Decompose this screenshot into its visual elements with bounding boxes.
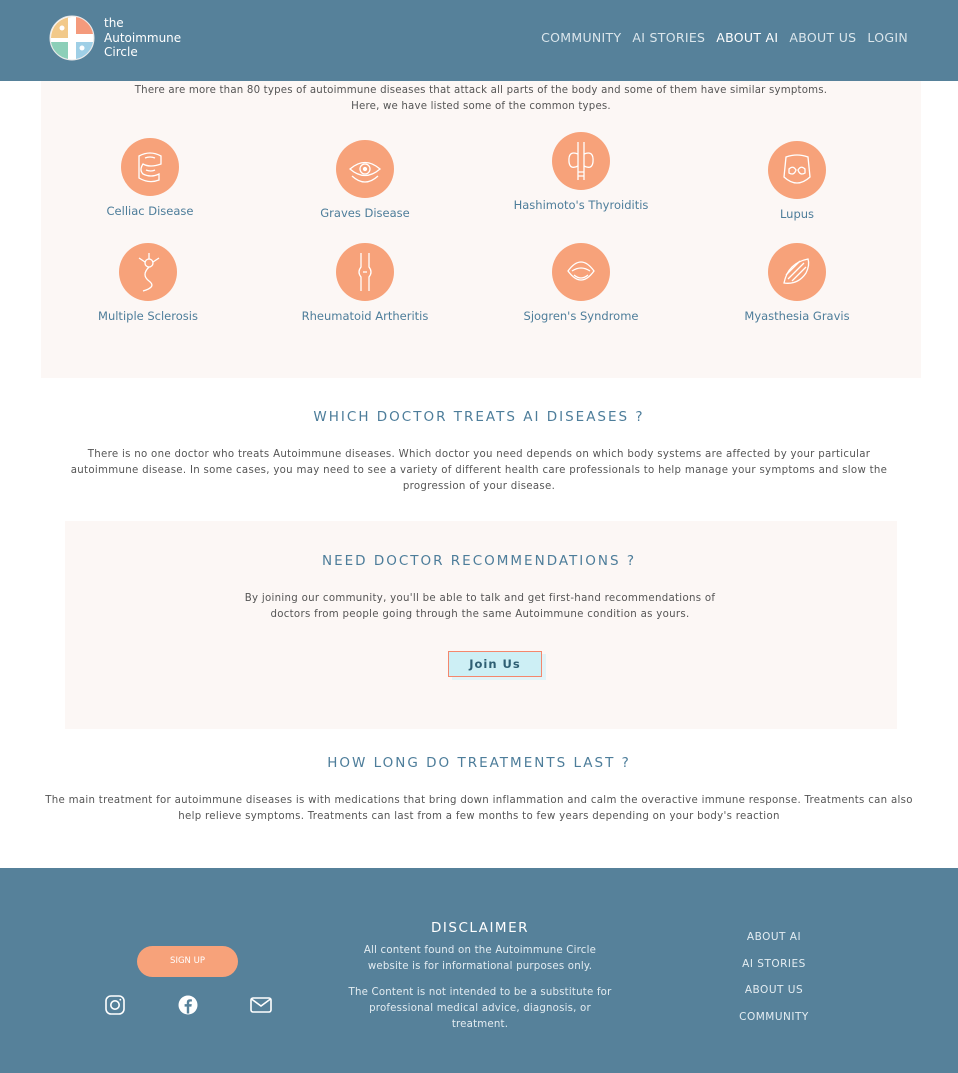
footer-link-about-us[interactable]: ABOUT US [700,984,848,996]
doctor-text-line: progression of your disease. [402,481,556,492]
logo-text[interactable]: the Autoimmune Circle [104,16,181,60]
site-header: the Autoimmune Circle COMMUNITY AI STORI… [0,0,958,81]
recommendations-title: NEED DOCTOR RECOMMENDATIONS ? [321,553,637,569]
intro-line: There are more than 80 types of autoimmu… [134,85,828,96]
intestine-icon [121,138,179,196]
disease-name: Sjogren's Syndrome [523,309,639,323]
footer-link-community[interactable]: COMMUNITY [700,1011,848,1023]
main-nav: COMMUNITY AI STORIES ABOUT AI ABOUT US L… [541,30,908,45]
disclaimer-title: DISCLAIMER [431,920,529,936]
doctor-text-line: There is no one doctor who treats Autoim… [87,449,871,460]
treatment-text-line: help relieve symptoms. Treatments can la… [178,811,780,822]
instagram-icon[interactable] [104,994,126,1016]
intro-line: Here, we have listed some of the common … [351,101,611,112]
recommendations-text: By joining our community, you'll be able… [180,591,780,623]
treatment-section-text: The main treatment for autoimmune diseas… [20,793,938,825]
muscle-icon [768,243,826,301]
disease-hashimoto[interactable]: Hashimoto's Thyroiditis [501,132,661,213]
disclaimer-line: All content found on the Autoimmune Circ… [363,945,597,956]
thyroid-icon [552,132,610,190]
email-icon[interactable] [249,994,273,1016]
disease-name: Hashimoto's Thyroiditis [513,198,649,212]
logo-line: the [104,16,124,30]
disease-name: Lupus [779,207,815,221]
join-us-button[interactable]: Join Us [448,651,542,677]
disease-types-section: There are more than 80 types of autoimmu… [41,81,921,378]
disease-name: Rheumatoid Artheritis [301,309,429,323]
doctor-section-text: There is no one doctor who treats Autoim… [40,447,918,495]
doctor-text-line: autoimmune disease. In some cases, you m… [70,465,888,476]
disease-lupus[interactable]: Lupus [717,141,877,222]
disease-myasthenia[interactable]: Myasthesia Gravis [717,243,877,324]
eye-icon [336,140,394,198]
joint-icon [336,243,394,301]
disease-name: Graves Disease [320,206,410,220]
neuron-icon [119,243,177,301]
disease-name: Myasthesia Gravis [744,309,850,323]
disease-name: Multiple Sclerosis [98,309,198,323]
disease-ms[interactable]: Multiple Sclerosis [68,243,228,324]
nav-about-us[interactable]: ABOUT US [789,30,856,45]
types-intro: There are more than 80 types of autoimmu… [41,83,921,115]
logo-line: Circle [104,45,138,59]
footer-link-ai-stories[interactable]: AI STORIES [700,958,848,970]
disclaimer-line: treatment. [451,1019,509,1030]
nav-ai-stories[interactable]: AI STORIES [632,30,705,45]
recommend-text-line: By joining our community, you'll be able… [244,593,716,604]
disclaimer-line: website is for informational purposes on… [367,961,593,972]
recommend-text-line: doctors from people going through the sa… [270,609,690,620]
doctor-section-title: WHICH DOCTOR TREATS AI DISEASES ? [313,409,645,425]
logo-line: Autoimmune [104,30,182,45]
facebook-icon[interactable] [177,994,199,1016]
disease-graves[interactable]: Graves Disease [285,140,445,221]
site-footer: SIGN UP DISCLAIMER All content found on … [0,868,958,1073]
disclaimer-text-2: The Content is not intended to be a subs… [340,985,620,1033]
disclaimer-line: professional medical advice, diagnosis, … [369,1003,591,1014]
face-rash-icon [768,141,826,199]
mouth-icon [552,243,610,301]
sign-up-button[interactable]: SIGN UP [137,946,238,977]
disease-rheumatoid[interactable]: Rheumatoid Artheritis [285,243,445,324]
logo-icon[interactable] [48,14,96,62]
disclaimer-line: The Content is not intended to be a subs… [348,987,612,998]
disclaimer-text-1: All content found on the Autoimmune Circ… [340,943,620,975]
nav-community[interactable]: COMMUNITY [541,30,621,45]
nav-about-ai[interactable]: ABOUT AI [716,30,778,45]
treatment-section-title: HOW LONG DO TREATMENTS LAST ? [327,755,631,771]
disease-sjogren[interactable]: Sjogren's Syndrome [501,243,661,324]
footer-link-about-ai[interactable]: ABOUT AI [700,931,848,943]
nav-login[interactable]: LOGIN [867,30,908,45]
disease-celliac[interactable]: Celliac Disease [70,138,230,219]
disease-name: Celliac Disease [106,204,194,218]
treatment-text-line: The main treatment for autoimmune diseas… [45,795,913,806]
